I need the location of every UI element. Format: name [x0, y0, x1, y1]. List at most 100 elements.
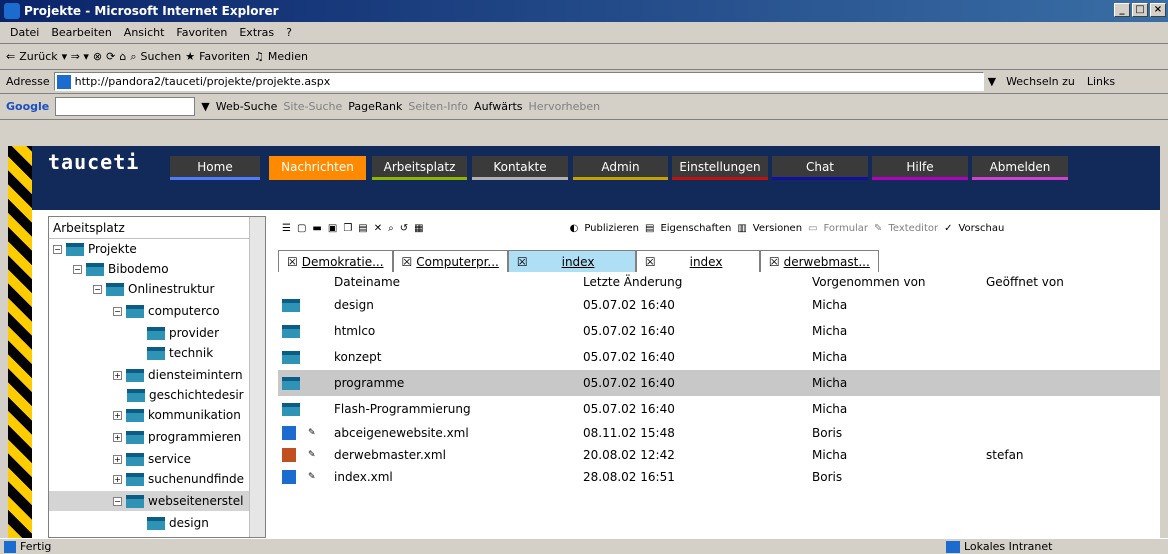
- media-button[interactable]: Medien: [268, 50, 308, 63]
- tree-item-programmieren[interactable]: + programmieren: [113, 427, 241, 447]
- google-pagerank[interactable]: PageRank: [348, 100, 402, 113]
- google-search-input[interactable]: [55, 97, 196, 116]
- refresh-icon[interactable]: ⟳: [106, 50, 115, 63]
- google-highlight[interactable]: Hervorheben: [529, 100, 601, 113]
- tree-item-webseitenerstel[interactable]: − webseitenerstel: [49, 491, 249, 511]
- tree-scrollbar[interactable]: [249, 217, 265, 537]
- nav-home[interactable]: Home: [170, 156, 260, 180]
- tree-item-bibodemo[interactable]: − Bibodemo: [73, 259, 169, 279]
- col-modified[interactable]: Letzte Änderung: [583, 275, 682, 289]
- tab-index[interactable]: ☒ index: [635, 250, 760, 272]
- nav-admin[interactable]: Admin: [573, 156, 668, 180]
- nav-nachrichten[interactable]: Nachrichten: [269, 156, 366, 180]
- publish-button[interactable]: Publizieren: [584, 223, 639, 234]
- stop-icon[interactable]: ⊗: [93, 50, 102, 63]
- nav-kontakte[interactable]: Kontakte: [472, 156, 568, 180]
- nav-abmelden[interactable]: Abmelden: [972, 156, 1068, 180]
- address-field[interactable]: http://pandora2/tauceti/projekte/projekt…: [53, 72, 984, 91]
- menu-favorites[interactable]: Favoriten: [170, 26, 233, 39]
- table-row[interactable]: ✎ index.xml 28.08.02 16:51 Boris: [278, 464, 1160, 490]
- favorites-button[interactable]: Favoriten: [199, 50, 250, 63]
- minimize-button[interactable]: _: [1114, 3, 1130, 17]
- col-filename[interactable]: Dateiname: [334, 275, 400, 289]
- tab-close-icon[interactable]: ☒: [287, 255, 298, 269]
- collapse-icon[interactable]: −: [73, 264, 82, 274]
- tree-item-design[interactable]: design: [147, 513, 209, 533]
- google-logo[interactable]: Google: [6, 100, 49, 113]
- collapse-icon[interactable]: −: [53, 244, 62, 254]
- tab-close-icon[interactable]: ☒: [517, 255, 528, 269]
- tree-item-suchenundfinde[interactable]: + suchenundfinde: [113, 469, 244, 489]
- google-dropdown-icon[interactable]: ▼: [201, 100, 209, 113]
- tab-demokratie[interactable]: ☒ Demokratie...: [278, 250, 393, 272]
- properties-button[interactable]: Eigenschaften: [660, 223, 731, 234]
- tree-item-onlinestruktur[interactable]: − Onlinestruktur: [93, 279, 214, 299]
- table-row[interactable]: konzept 05.07.02 16:40 Micha: [278, 344, 1160, 370]
- back-icon[interactable]: ⇐: [6, 50, 15, 63]
- tab-index-active[interactable]: ☒ index: [507, 250, 636, 272]
- google-web-search[interactable]: Web-Suche: [216, 100, 278, 113]
- menu-help[interactable]: ?: [280, 26, 298, 39]
- menu-view[interactable]: Ansicht: [118, 26, 171, 39]
- new-folder-icon[interactable]: ▬: [312, 223, 321, 234]
- tree-item-computerco[interactable]: − computerco: [113, 301, 220, 321]
- table-row-selected[interactable]: programme 05.07.02 16:40 Micha: [278, 370, 1160, 396]
- menu-file[interactable]: Datei: [4, 26, 45, 39]
- new-file-icon[interactable]: ▢: [297, 223, 306, 234]
- copy-icon[interactable]: ❐: [343, 223, 352, 234]
- delete-icon[interactable]: ✕: [374, 223, 382, 234]
- tab-close-icon[interactable]: ☒: [769, 255, 780, 269]
- expand-icon[interactable]: +: [113, 432, 122, 442]
- tab-computerpr[interactable]: ☒ Computerpr...: [392, 250, 508, 272]
- tree-item-kommunikation[interactable]: + kommunikation: [113, 405, 241, 425]
- expand-icon[interactable]: +: [113, 454, 122, 464]
- tab-derwebmaster[interactable]: ☒ derwebmast...: [759, 250, 879, 272]
- close-button[interactable]: ×: [1150, 3, 1166, 17]
- address-url[interactable]: http://pandora2/tauceti/projekte/projekt…: [75, 75, 331, 88]
- table-row[interactable]: design 05.07.02 16:40 Micha: [278, 292, 1160, 318]
- tree-item-provider[interactable]: provider: [147, 323, 219, 343]
- save-icon[interactable]: ▣: [328, 223, 337, 234]
- menu-edit[interactable]: Bearbeiten: [45, 26, 117, 39]
- tree-item-diensteimintern[interactable]: + diensteimintern: [113, 365, 243, 385]
- maximize-button[interactable]: □: [1132, 3, 1148, 17]
- expand-icon[interactable]: +: [113, 474, 122, 484]
- tree-item-projekte[interactable]: − Projekte: [53, 239, 137, 259]
- texteditor-button[interactable]: Texteditor: [888, 223, 938, 234]
- search-button[interactable]: Suchen: [141, 50, 182, 63]
- menu-tools[interactable]: Extras: [233, 26, 280, 39]
- expand-icon[interactable]: +: [113, 410, 122, 420]
- google-site-search[interactable]: Site-Suche: [283, 100, 342, 113]
- versions-button[interactable]: Versionen: [753, 223, 802, 234]
- tree-item-service[interactable]: + service: [113, 449, 191, 469]
- go-button[interactable]: Wechseln zu: [1006, 75, 1075, 88]
- form-button[interactable]: Formular: [824, 223, 869, 234]
- back-button[interactable]: Zurück: [19, 50, 57, 63]
- undo-icon[interactable]: ↺: [400, 223, 408, 234]
- google-page-info[interactable]: Seiten-Info: [408, 100, 468, 113]
- paste-icon[interactable]: ▤: [358, 223, 367, 234]
- col-opened[interactable]: Geöffnet von: [986, 275, 1064, 289]
- find-icon[interactable]: ⌕: [388, 223, 394, 234]
- collapse-icon[interactable]: −: [113, 306, 122, 316]
- nav-hilfe[interactable]: Hilfe: [872, 156, 968, 180]
- col-by[interactable]: Vorgenommen von: [812, 275, 926, 289]
- tree-item-technik[interactable]: technik: [147, 343, 213, 363]
- collapse-icon[interactable]: −: [93, 284, 102, 294]
- tree-item-geschichtedesir[interactable]: geschichtedesir: [127, 385, 244, 405]
- nav-chat[interactable]: Chat: [772, 156, 868, 180]
- collapse-icon[interactable]: −: [113, 496, 122, 506]
- address-dropdown-icon[interactable]: ▼: [988, 75, 996, 88]
- table-row[interactable]: Flash-Programmierung 05.07.02 16:40 Micha: [278, 396, 1160, 422]
- home-icon[interactable]: ⌂: [119, 50, 126, 63]
- expand-icon[interactable]: +: [113, 370, 122, 380]
- trash-icon[interactable]: ▦: [414, 223, 423, 234]
- tab-close-icon[interactable]: ☒: [402, 255, 413, 269]
- nav-einstellungen[interactable]: Einstellungen: [672, 156, 768, 180]
- google-up[interactable]: Aufwärts: [474, 100, 522, 113]
- tab-close-icon[interactable]: ☒: [645, 255, 656, 269]
- links-button[interactable]: Links: [1087, 75, 1115, 88]
- nav-arbeitsplatz[interactable]: Arbeitsplatz: [372, 156, 467, 180]
- preview-button[interactable]: Vorschau: [958, 223, 1004, 234]
- forward-icon[interactable]: ▾ ⇒ ▾: [62, 50, 89, 63]
